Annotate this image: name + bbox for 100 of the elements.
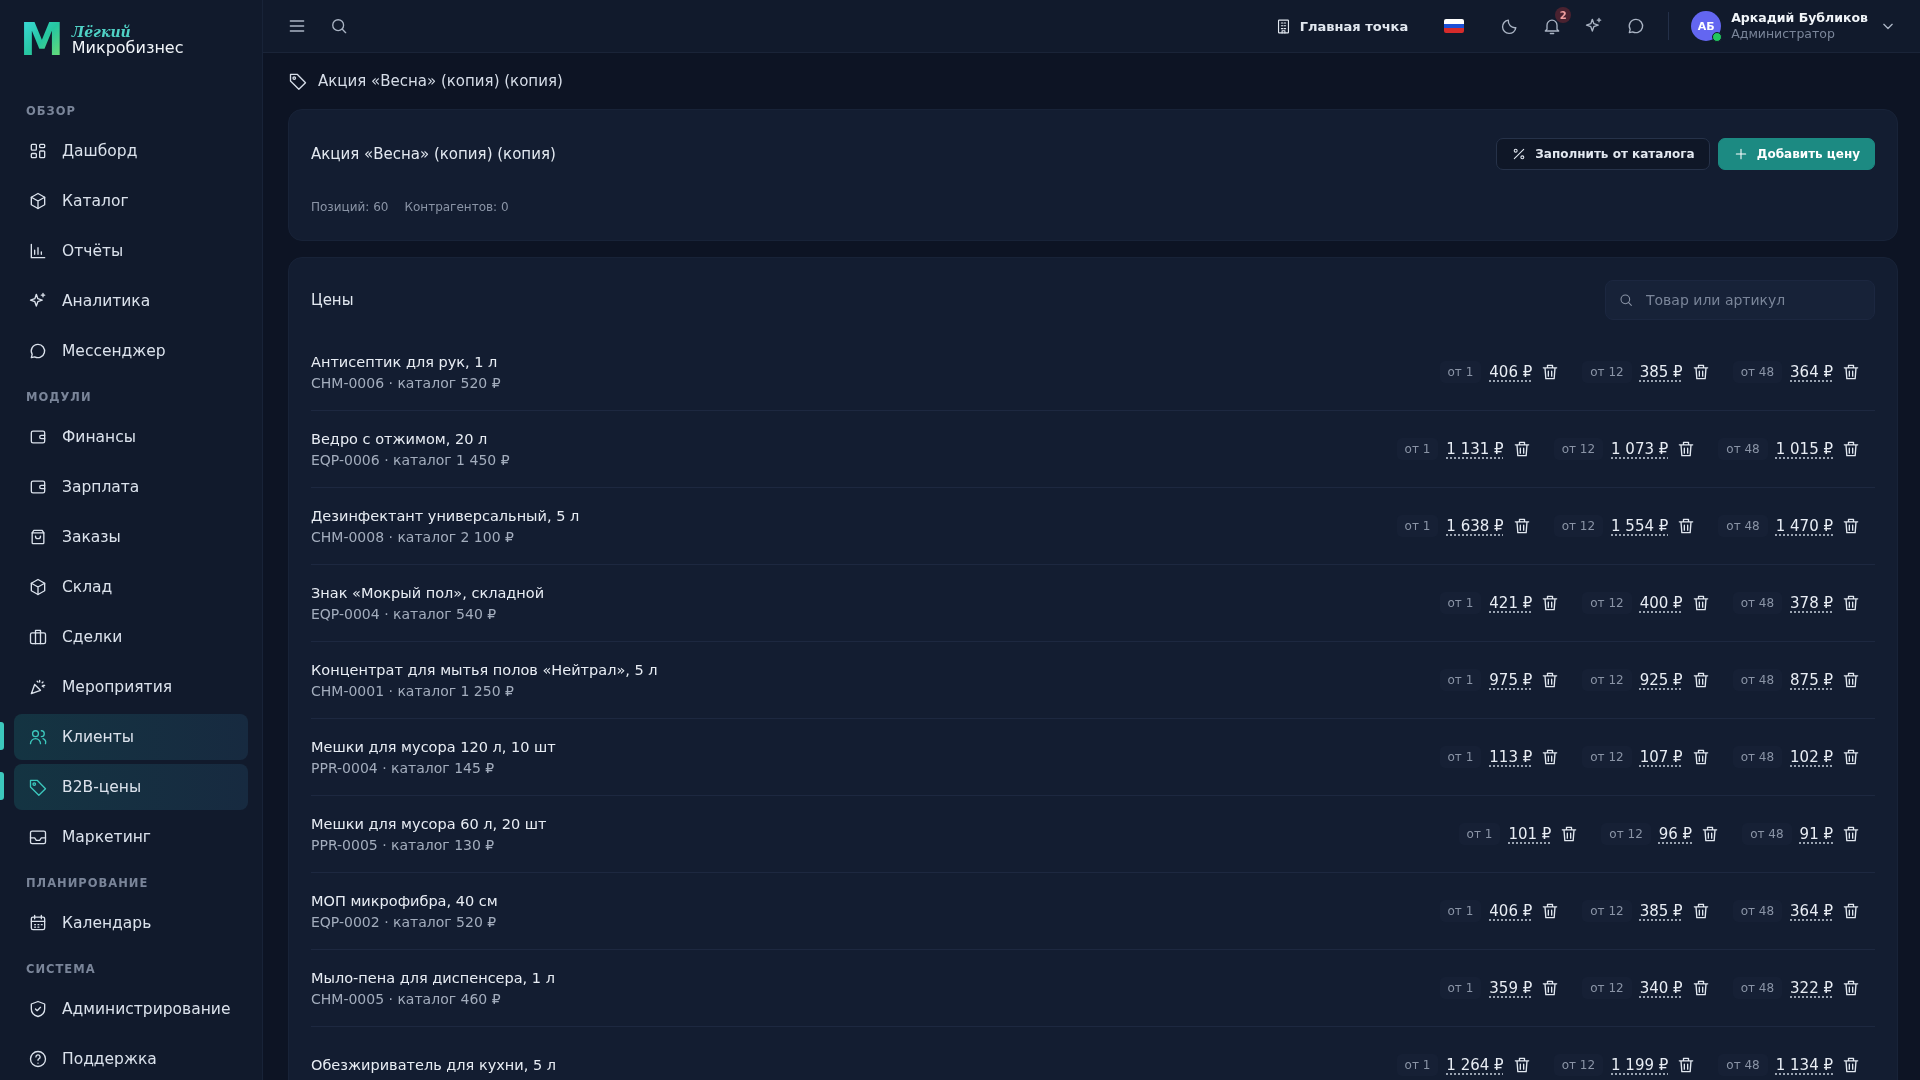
trash-icon[interactable]: [1841, 824, 1861, 844]
trash-icon[interactable]: [1841, 516, 1861, 536]
calendar-icon: [28, 913, 48, 933]
price-link[interactable]: 406 ₽: [1489, 363, 1533, 381]
trash-icon[interactable]: [1841, 1055, 1861, 1075]
price-link[interactable]: 96 ₽: [1658, 825, 1693, 843]
product-details: CHM-0005 · каталог 460 ₽: [311, 990, 502, 1007]
quantity-tag: от 48: [1732, 977, 1783, 999]
sidebar-item[interactable]: Сделки: [14, 614, 248, 660]
party-popper-icon: [28, 677, 48, 697]
users-icon: [28, 727, 48, 747]
price-link[interactable]: 364 ₽: [1790, 363, 1833, 381]
price-link[interactable]: 113 ₽: [1489, 748, 1533, 766]
sidebar-item[interactable]: Маркетинг: [14, 814, 248, 860]
tag-icon: [288, 71, 308, 91]
quantity-tag: от 12: [1553, 1054, 1604, 1076]
sidebar-item[interactable]: Администрирование: [14, 986, 248, 1032]
search-icon[interactable]: [329, 16, 349, 36]
stat-text: Позиций: 60: [311, 200, 389, 214]
price-link[interactable]: 1 015 ₽: [1775, 440, 1833, 458]
price-link[interactable]: 1 554 ₽: [1611, 517, 1669, 535]
quantity-tag: от 48: [1732, 669, 1783, 691]
price-link[interactable]: 102 ₽: [1790, 748, 1833, 766]
price-link[interactable]: 925 ₽: [1639, 671, 1683, 689]
quantity-tag: от 48: [1732, 361, 1783, 383]
product-name: Дезинфектант универсальный, 5 л: [311, 507, 580, 524]
trash-icon[interactable]: [1841, 439, 1861, 459]
quantity-tag: от 48: [1732, 592, 1783, 614]
search-icon: [1618, 292, 1634, 308]
quantity-tag: от 12: [1601, 823, 1651, 845]
sidebar-item[interactable]: Дашборд: [14, 128, 248, 174]
price-link[interactable]: 1 638 ₽: [1446, 517, 1504, 535]
sidebar-item[interactable]: Мероприятия: [14, 664, 248, 710]
quantity-tag: от 1: [1458, 823, 1501, 845]
quantity-tag: от 12: [1582, 977, 1632, 999]
price-link[interactable]: 364 ₽: [1790, 902, 1833, 920]
logo-tagline: Лёгкий: [71, 24, 132, 40]
price-link[interactable]: 322 ₽: [1790, 979, 1833, 997]
tag-icon: [28, 777, 48, 797]
box-icon: [28, 577, 48, 597]
price-link[interactable]: 385 ₽: [1639, 902, 1683, 920]
section-heading: МОДУЛИ: [25, 390, 93, 404]
sidebar-item[interactable]: Финансы: [14, 414, 248, 460]
quantity-tag: от 1: [1396, 1054, 1439, 1076]
price-link[interactable]: 101 ₽: [1508, 825, 1552, 843]
price-link[interactable]: 421 ₽: [1489, 594, 1533, 612]
product-details: PPR-0004 · каталог 145 ₽: [311, 759, 496, 776]
price-link[interactable]: 385 ₽: [1639, 363, 1683, 381]
trash-icon[interactable]: [1841, 978, 1861, 998]
trash-icon[interactable]: [1841, 901, 1861, 921]
trash-icon[interactable]: [1841, 670, 1861, 690]
fill-from-catalog-button[interactable]: Заполнить от каталога: [1496, 138, 1710, 170]
quantity-tag: от 48: [1718, 1054, 1768, 1076]
sidebar-item[interactable]: Календарь: [14, 900, 248, 946]
product-name: Мешки для мусора 120 л, 10 шт: [311, 738, 556, 755]
price-link[interactable]: 91 ₽: [1799, 825, 1833, 843]
product-name: Мешки для мусора 60 л, 20 шт: [311, 815, 547, 832]
price-link[interactable]: 875 ₽: [1790, 671, 1833, 689]
sidebar-item[interactable]: Склад: [14, 564, 248, 610]
price-link[interactable]: 1 073 ₽: [1611, 440, 1669, 458]
trash-icon[interactable]: [1841, 747, 1861, 767]
user-name: Аркадий Бубликов: [1731, 10, 1868, 26]
price-link[interactable]: 975 ₽: [1489, 671, 1533, 689]
quantity-tag: от 12: [1582, 669, 1632, 691]
price-link[interactable]: 378 ₽: [1790, 594, 1833, 612]
quantity-tag: от 1: [1439, 361, 1482, 383]
sidebar-item[interactable]: Заказы: [14, 514, 248, 560]
price-link[interactable]: 359 ₽: [1489, 979, 1533, 997]
sidebar-item[interactable]: Зарплата: [14, 464, 248, 510]
trash-icon[interactable]: [1841, 593, 1861, 613]
briefcase-icon: [28, 627, 48, 647]
sidebar-item[interactable]: Аналитика: [14, 278, 248, 324]
price-link[interactable]: 340 ₽: [1639, 979, 1683, 997]
sidebar-item[interactable]: Поддержка: [14, 1036, 248, 1080]
price-link[interactable]: 1 264 ₽: [1446, 1056, 1504, 1074]
trash-icon[interactable]: [1841, 362, 1861, 382]
price-link[interactable]: 1 470 ₽: [1775, 517, 1833, 535]
add-price-button[interactable]: Добавить цену: [1717, 138, 1875, 170]
sidebar-item[interactable]: Каталог: [14, 178, 248, 224]
section-title: Цены: [311, 291, 354, 309]
product-name: Антисептик для рук, 1 л: [311, 353, 499, 370]
price-link[interactable]: 1 199 ₽: [1611, 1056, 1669, 1074]
sidebar-item[interactable]: Мессенджер: [14, 328, 248, 374]
shield-icon: [28, 999, 48, 1019]
price-link[interactable]: 400 ₽: [1639, 594, 1683, 612]
quantity-tag: от 12: [1582, 746, 1632, 768]
price-link[interactable]: 1 131 ₽: [1446, 440, 1504, 458]
search-field[interactable]: Товар или артикул: [1605, 280, 1875, 320]
sidebar-item[interactable]: Отчёты: [14, 228, 248, 274]
price-link[interactable]: 406 ₽: [1489, 902, 1533, 920]
user-avatar[interactable]: АБ: [1691, 11, 1722, 41]
quantity-tag: от 1: [1439, 977, 1482, 999]
price-link[interactable]: 107 ₽: [1639, 748, 1683, 766]
location-selector[interactable]: Главная точка: [1274, 17, 1409, 35]
quantity-tag: от 12: [1582, 361, 1632, 383]
flag-icon[interactable]: [1444, 19, 1465, 33]
user-role: Администратор: [1731, 26, 1836, 42]
price-link[interactable]: 1 134 ₽: [1775, 1056, 1833, 1074]
product-name: Знак «Мокрый пол», складной: [311, 584, 545, 601]
product-name: Мыло-пена для диспенсера, 1 л: [311, 969, 555, 986]
